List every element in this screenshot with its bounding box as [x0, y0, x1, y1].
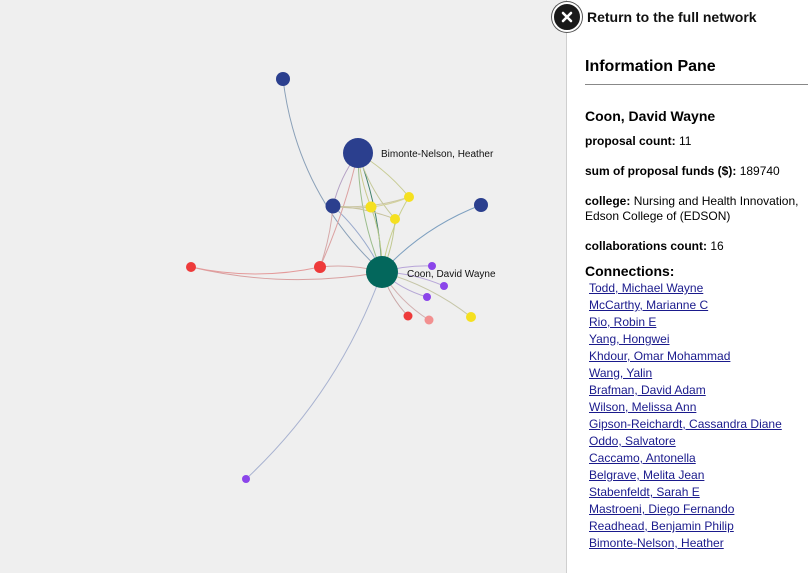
graph-node-p2[interactable] [440, 282, 448, 290]
connection-item: Readhead, Benjamin Philip [589, 519, 807, 536]
close-icon [561, 11, 573, 23]
graph-node-p4[interactable] [242, 475, 250, 483]
field-proposal-count: proposal count: 11 [585, 134, 807, 149]
field-label: collaborations count: [585, 239, 708, 253]
graph-node-hub[interactable] [343, 138, 373, 168]
connection-link[interactable]: Rio, Robin E [589, 315, 656, 329]
graph-node-pk[interactable] [424, 315, 434, 325]
connection-item: Brafman, David Adam [589, 383, 807, 400]
connection-item: Belgrave, Melita Jean [589, 468, 807, 485]
connection-link[interactable]: Brafman, David Adam [589, 383, 706, 397]
return-bar: Return to the full network [552, 2, 757, 32]
connection-item: Khdour, Omar Mohammad [589, 349, 807, 366]
connection-link[interactable]: Yang, Hongwei [589, 332, 670, 346]
graph-node-y2[interactable] [404, 192, 414, 202]
field-label: college: [585, 194, 631, 208]
connection-item: Gipson-Reichardt, Cassandra Diane [589, 417, 807, 434]
connection-item: Oddo, Salvatore [589, 434, 807, 451]
graph-node-p3[interactable] [423, 293, 431, 301]
connection-link[interactable]: Wang, Yalin [589, 366, 652, 380]
connection-link[interactable]: McCarthy, Marianne C [589, 298, 708, 312]
graph-node-r1[interactable] [186, 262, 196, 272]
connection-link[interactable]: Readhead, Benjamin Philip [589, 519, 734, 533]
graph-node-center[interactable] [366, 256, 398, 288]
graph-edge [245, 271, 383, 480]
connection-link[interactable]: Todd, Michael Wayne [589, 281, 703, 295]
connection-link[interactable]: Wilson, Melissa Ann [589, 400, 696, 414]
connection-link[interactable]: Stabenfeldt, Sarah E [589, 485, 700, 499]
field-value: 189740 [739, 164, 780, 178]
connection-item: Caccamo, Antonella [589, 451, 807, 468]
connection-link[interactable]: Mastroeni, Diego Fernando [589, 502, 734, 516]
connection-link[interactable]: Belgrave, Melita Jean [589, 468, 704, 482]
graph-node-r2[interactable] [314, 261, 326, 273]
field-proposal-funds: sum of proposal funds ($): 189740 [585, 164, 807, 179]
pane-divider [585, 84, 808, 85]
pane-title: Information Pane [585, 58, 716, 75]
graph-node-n3[interactable] [474, 198, 488, 212]
connection-item: Todd, Michael Wayne [589, 281, 807, 298]
selected-node-name: Coon, David Wayne [585, 108, 716, 124]
connection-item: Wilson, Melissa Ann [589, 400, 807, 417]
connections-list: Todd, Michael Wayne McCarthy, Marianne C R… [589, 281, 807, 553]
graph-node-n2[interactable] [325, 198, 341, 214]
connection-item: Stabenfeldt, Sarah E [589, 485, 807, 502]
close-button[interactable] [552, 2, 582, 32]
graph-node-y3[interactable] [390, 214, 400, 224]
label-hub-node: Bimonte-Nelson, Heather [381, 149, 494, 160]
graph-edge [190, 266, 321, 275]
connection-link[interactable]: Caccamo, Antonella [589, 451, 696, 465]
graph-edge [357, 152, 383, 273]
connection-link[interactable]: Oddo, Salvatore [589, 434, 676, 448]
connection-item: Bimonte-Nelson, Heather [589, 536, 807, 553]
connection-item: Wang, Yalin [589, 366, 807, 383]
connection-item: McCarthy, Marianne C [589, 298, 807, 315]
field-label: sum of proposal funds ($): [585, 164, 737, 178]
connection-link[interactable]: Bimonte-Nelson, Heather [589, 536, 724, 550]
field-collaborations-count: collaborations count: 16 [585, 239, 807, 254]
graph-edge [319, 205, 334, 268]
network-graph-area[interactable]: Coon, David Wayne Bimonte-Nelson, Heathe… [0, 0, 566, 573]
connection-link[interactable]: Gipson-Reichardt, Cassandra Diane [589, 417, 782, 431]
connections-title: Connections: [585, 263, 675, 279]
field-value: 11 [679, 134, 692, 148]
field-label: proposal count: [585, 134, 676, 148]
field-value: 16 [710, 239, 724, 253]
information-pane: Information Pane Coon, David Wayne propo… [566, 0, 808, 573]
graph-node-n1[interactable] [276, 72, 290, 86]
return-to-network-link[interactable]: Return to the full network [587, 9, 757, 25]
graph-node-r3[interactable] [403, 311, 413, 321]
network-graph[interactable]: Coon, David Wayne Bimonte-Nelson, Heathe… [0, 0, 566, 573]
graph-edge [190, 266, 383, 281]
connection-link[interactable]: Khdour, Omar Mohammad [589, 349, 730, 363]
graph-node-y4[interactable] [466, 312, 476, 322]
label-center-node: Coon, David Wayne [407, 269, 496, 280]
connection-item: Mastroeni, Diego Fernando [589, 502, 807, 519]
graph-node-y1[interactable] [365, 201, 377, 213]
connection-item: Yang, Hongwei [589, 332, 807, 349]
graph-edge [357, 152, 383, 273]
connection-item: Rio, Robin E [589, 315, 807, 332]
field-college: college: Nursing and Health Innovation, … [585, 194, 807, 224]
